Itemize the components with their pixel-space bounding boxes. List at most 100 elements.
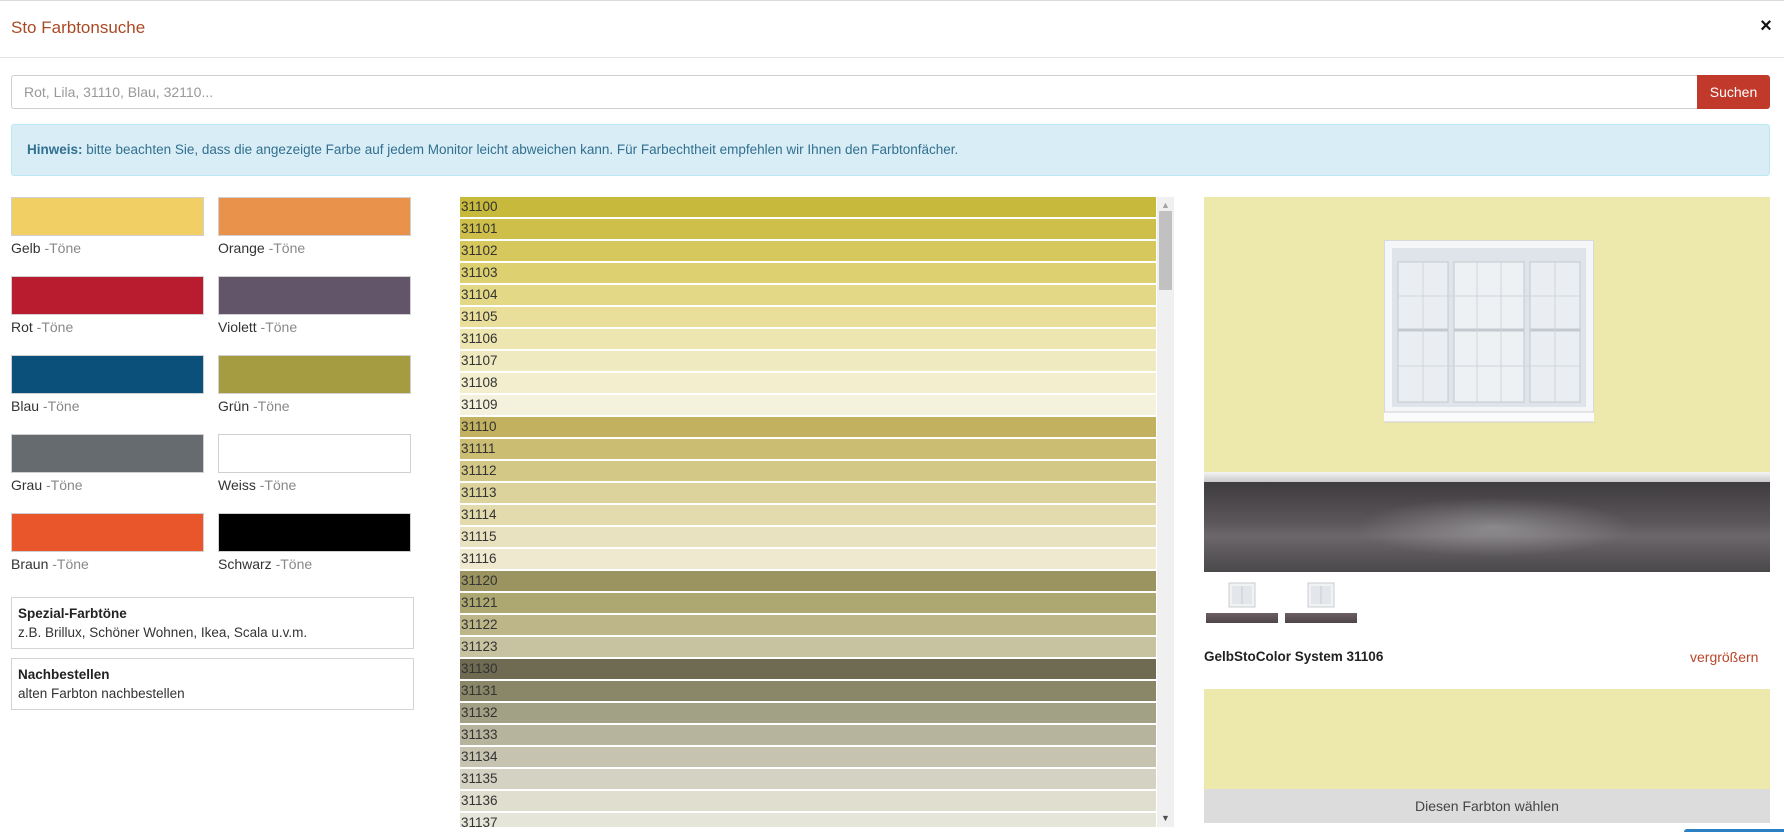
shade-row[interactable]: 31101 [460, 219, 1156, 239]
thumbnail-window-icon [1307, 582, 1335, 608]
family-label: Gelb -Töne [11, 240, 81, 256]
family-tile-grau[interactable]: Grau -Töne [11, 434, 204, 494]
notice-label: Hinweis: [27, 142, 83, 157]
shade-row[interactable]: 31136 [460, 791, 1156, 811]
family-name: Schwarz [218, 556, 272, 572]
family-tile-schwarz[interactable]: Schwarz -Töne [218, 513, 411, 573]
room-thumbnail-1[interactable] [1206, 579, 1278, 623]
special-shades-title: Spezial-Farbtöne [18, 606, 127, 621]
shade-row[interactable]: 31107 [460, 351, 1156, 371]
shade-row[interactable]: 31132 [460, 703, 1156, 723]
shade-row[interactable]: 31123 [460, 637, 1156, 657]
family-suffix: -Töne [40, 240, 82, 256]
room-thumbnail-2[interactable] [1285, 579, 1357, 623]
shade-row[interactable]: 31130 [460, 659, 1156, 679]
family-swatch [11, 434, 204, 473]
family-swatch [218, 434, 411, 473]
special-shades-subtitle: z.B. Brillux, Schöner Wohnen, Ikea, Scal… [18, 625, 308, 640]
family-tile-rot[interactable]: Rot -Töne [11, 276, 204, 336]
selected-color-name: GelbStoColor System 31106 [1204, 649, 1384, 664]
shade-row[interactable]: 31106 [460, 329, 1156, 349]
search-input[interactable] [11, 75, 1698, 109]
family-label: Blau -Töne [11, 398, 80, 414]
family-name: Orange [218, 240, 265, 256]
family-suffix: -Töne [264, 240, 306, 256]
scroll-thumb[interactable] [1159, 211, 1172, 290]
family-swatch [11, 276, 204, 315]
scroll-down-icon[interactable]: ▼ [1157, 810, 1174, 827]
choose-color-button[interactable]: Diesen Farbton wählen [1204, 789, 1770, 823]
shade-row[interactable]: 31133 [460, 725, 1156, 745]
family-suffix: -Töne [32, 319, 74, 335]
shade-list-scrollbar[interactable]: ▲ ▼ [1157, 197, 1174, 827]
reorder-box[interactable]: Nachbestellen alten Farbton nachbestelle… [11, 658, 414, 710]
thumbnail-floor [1206, 613, 1278, 623]
shade-row[interactable]: 31108 [460, 373, 1156, 393]
family-label: Orange -Töne [218, 240, 305, 256]
selected-color-chip [1204, 689, 1770, 789]
family-suffix: -Töne [39, 398, 80, 414]
special-shades-box[interactable]: Spezial-Farbtöne z.B. Brillux, Schöner W… [11, 597, 414, 649]
modal-title: Sto Farbtonsuche [11, 18, 146, 37]
family-tile-gelb[interactable]: Gelb -Töne [11, 197, 204, 257]
shade-row[interactable]: 31112 [460, 461, 1156, 481]
family-tile-grün[interactable]: Grün -Töne [218, 355, 411, 415]
family-label: Rot -Töne [11, 319, 73, 335]
family-swatch [11, 197, 204, 236]
family-tile-violett[interactable]: Violett -Töne [218, 276, 411, 336]
shade-list-items: 31100 31101 31102 31103 31104 31105 31106 31107… [460, 197, 1156, 827]
family-name: Braun [11, 556, 49, 572]
shade-row[interactable]: 31120 [460, 571, 1156, 591]
family-suffix: -Töne [249, 398, 290, 414]
shade-row[interactable]: 31137 [460, 813, 1156, 827]
monitor-notice: Hinweis: bitte beachten Sie, dass die an… [11, 124, 1770, 176]
shade-row[interactable]: 31109 [460, 395, 1156, 415]
family-suffix: -Töne [48, 556, 89, 572]
family-tile-blau[interactable]: Blau -Töne [11, 355, 204, 415]
search-bar: Suchen [11, 75, 1770, 109]
family-label: Grün -Töne [218, 398, 290, 414]
enlarge-link[interactable]: vergrößern [1690, 649, 1758, 665]
shade-row[interactable]: 31105 [460, 307, 1156, 327]
family-name: Weiss [218, 477, 256, 493]
family-name: Grün [218, 398, 250, 414]
floor-reflection [1354, 497, 1634, 557]
family-tile-orange[interactable]: Orange -Töne [218, 197, 411, 257]
family-swatch [218, 197, 411, 236]
search-button[interactable]: Suchen [1697, 75, 1770, 109]
thumbnail-floor [1285, 613, 1357, 623]
shade-row[interactable]: 31104 [460, 285, 1156, 305]
color-search-modal: Sto Farbtonsuche × Suchen Hinweis: bitte… [0, 0, 1784, 832]
family-name: Blau [11, 398, 40, 414]
shade-row[interactable]: 31100 [460, 197, 1156, 217]
shade-row[interactable]: 31134 [460, 747, 1156, 767]
family-label: Grau -Töne [11, 477, 83, 493]
shade-row[interactable]: 31114 [460, 505, 1156, 525]
family-suffix: -Töne [271, 556, 313, 572]
shade-row[interactable]: 31135 [460, 769, 1156, 789]
family-tile-braun[interactable]: Braun -Töne [11, 513, 204, 573]
shade-row[interactable]: 31116 [460, 549, 1156, 569]
shade-row[interactable]: 31111 [460, 439, 1156, 459]
shade-row[interactable]: 31110 [460, 417, 1156, 437]
shade-row[interactable]: 31115 [460, 527, 1156, 547]
family-label: Weiss -Töne [218, 477, 296, 493]
family-suffix: -Töne [256, 319, 298, 335]
family-swatch [11, 513, 204, 552]
thumbnail-window-icon [1228, 582, 1256, 608]
window-image [1384, 240, 1594, 423]
shade-row[interactable]: 31121 [460, 593, 1156, 613]
shade-row[interactable]: 31122 [460, 615, 1156, 635]
shade-row[interactable]: 31103 [460, 263, 1156, 283]
family-label: Schwarz -Töne [218, 556, 312, 572]
shade-list[interactable]: 31100 31101 31102 31103 31104 31105 31106 31107… [460, 197, 1174, 827]
close-icon[interactable]: × [1756, 14, 1776, 38]
reorder-title: Nachbestellen [18, 667, 110, 682]
family-name: Rot [11, 319, 33, 335]
notice-text: bitte beachten Sie, dass die angezeigte … [82, 142, 959, 157]
modal-header: Sto Farbtonsuche × [0, 1, 1784, 58]
shade-row[interactable]: 31113 [460, 483, 1156, 503]
shade-row[interactable]: 31102 [460, 241, 1156, 261]
shade-row[interactable]: 31131 [460, 681, 1156, 701]
family-tile-weiss[interactable]: Weiss -Töne [218, 434, 411, 494]
